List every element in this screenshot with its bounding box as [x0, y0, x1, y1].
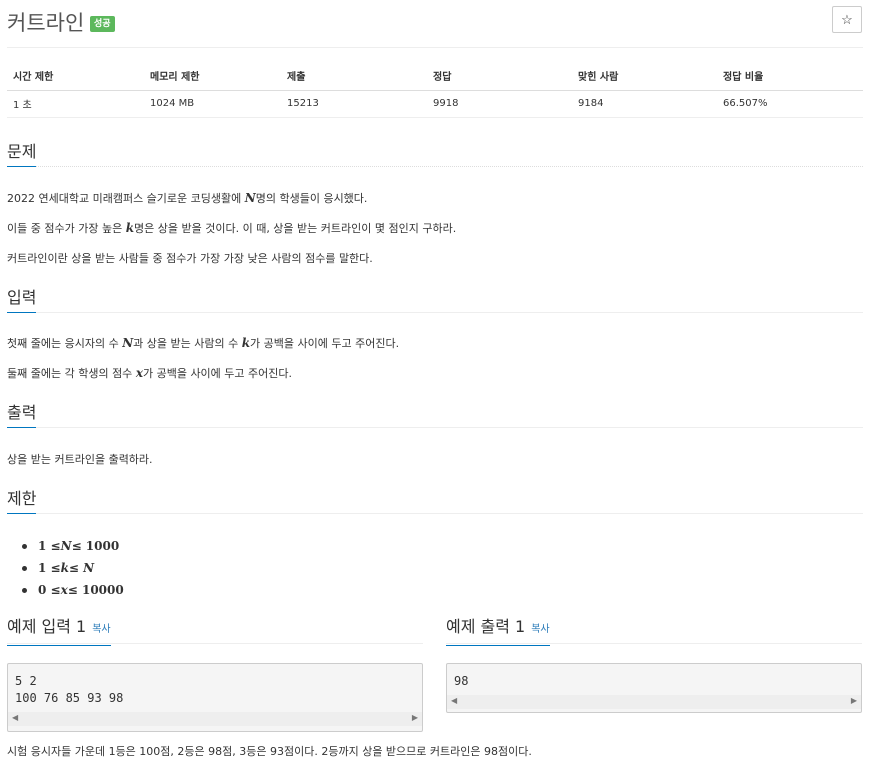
copy-output-button[interactable]: 복사	[531, 624, 549, 635]
header-memory-limit: 메모리 제한	[144, 62, 281, 91]
text: 이들 중 점수가 가장 높은	[7, 222, 126, 235]
math-var: x	[60, 583, 68, 597]
cell-submissions: 15213	[281, 90, 427, 118]
bullet-icon	[22, 565, 27, 571]
math-var: k	[60, 561, 69, 575]
bullet-icon	[22, 543, 27, 549]
cell-accept-ratio: 66.507%	[717, 90, 863, 118]
math-var: N	[60, 539, 72, 553]
star-icon: ☆	[841, 12, 853, 27]
text: 가 공백을 사이에 두고 주어진다.	[250, 337, 400, 350]
text: 과 상을 받는 사람의 수	[133, 337, 242, 350]
header-accepted: 정답	[427, 62, 572, 91]
scroll-left-icon[interactable]: ◀	[12, 713, 18, 722]
math-var: N	[122, 336, 134, 350]
copy-input-button[interactable]: 복사	[92, 624, 110, 635]
cell-time-limit: 1 초	[7, 90, 144, 118]
scroll-right-icon[interactable]: ▶	[851, 696, 857, 705]
horizontal-scrollbar[interactable]: ◀ ▶	[8, 712, 422, 726]
example-input-header: 예제 입력 1 복사	[7, 614, 423, 646]
list-item: 1 ≤ k ≤ N	[22, 557, 124, 579]
description-line-2: 이들 중 점수가 가장 높은 k명은 상을 받을 것이다. 이 때, 상을 받는…	[7, 220, 456, 236]
problem-info-table: 시간 제한 메모리 제한 제출 정답 맞힌 사람 정답 비율 1 초 1024 …	[7, 62, 863, 118]
text: 첫째 줄에는 응시자의 수	[7, 337, 123, 350]
description-title: 문제	[7, 141, 37, 167]
text: 2022 연세대학교 미래캠퍼스 슬기로운 코딩생활에	[7, 192, 245, 205]
page-title: 커트라인	[7, 11, 85, 35]
description-header: 문제	[7, 141, 863, 167]
output-header: 출력	[7, 402, 863, 428]
text: 둘째 줄에는 각 학생의 점수	[7, 367, 136, 380]
list-item: 0 ≤ x ≤ 10000	[22, 579, 124, 601]
example-output-box[interactable]: 98 ◀ ▶	[446, 663, 862, 713]
cell-memory-limit: 1024 MB	[144, 90, 281, 118]
description-line-1: 2022 연세대학교 미래캠퍼스 슬기로운 코딩생활에 N명의 학생들이 응시했…	[7, 190, 367, 206]
cell-accepted: 9918	[427, 90, 572, 118]
limits-title: 제한	[7, 488, 37, 514]
output-line-1: 상을 받는 커트라인을 출력하라.	[7, 453, 153, 466]
math-var: k	[241, 336, 251, 350]
example-output-title: 예제 출력 1 복사	[446, 616, 550, 646]
math-var: N	[244, 191, 256, 205]
text: 0 ≤	[38, 583, 61, 597]
limits-list: 1 ≤ N ≤ 1000 1 ≤ k ≤ N 0 ≤ x ≤ 10000	[22, 535, 124, 601]
example-input-box[interactable]: 5 2 100 76 85 93 98 ◀ ▶	[7, 663, 423, 732]
text: ≤ N	[68, 561, 95, 575]
math-var: x	[135, 366, 143, 380]
example-output-text[interactable]: 98	[447, 664, 861, 695]
input-line-2: 둘째 줄에는 각 학생의 점수 x가 공백을 사이에 두고 주어진다.	[7, 365, 292, 381]
table-header-row: 시간 제한 메모리 제한 제출 정답 맞힌 사람 정답 비율	[7, 62, 863, 91]
description-line-3: 커트라인이란 상을 받는 사람들 중 점수가 가장 가장 낮은 사람의 점수를 …	[7, 252, 373, 265]
status-badge: 성공	[90, 16, 115, 32]
cell-solved-users: 9184	[572, 90, 717, 118]
text: ≤ 10000	[67, 583, 124, 597]
header-accept-ratio: 정답 비율	[717, 62, 863, 91]
input-header: 입력	[7, 287, 863, 313]
scroll-right-icon[interactable]: ▶	[412, 713, 418, 722]
text: 예제 출력 1	[446, 617, 526, 636]
text: 예제 입력 1	[7, 617, 87, 636]
example-output-header: 예제 출력 1 복사	[446, 614, 862, 646]
example-input-title: 예제 입력 1 복사	[7, 616, 111, 646]
header-submissions: 제출	[281, 62, 427, 91]
bullet-icon	[22, 587, 27, 593]
text: 명은 상을 받을 것이다. 이 때, 상을 받는 커트라인이 몇 점인지 구하라…	[134, 222, 457, 235]
text: 명의 학생들이 응시했다.	[255, 192, 368, 205]
example-note: 시험 응시자들 가운데 1등은 100점, 2등은 98점, 3등은 93점이다…	[7, 745, 532, 758]
limits-header: 제한	[7, 488, 863, 514]
math-var: k	[125, 221, 135, 235]
text: 1 ≤	[38, 561, 61, 575]
text: 1 ≤	[38, 539, 61, 553]
input-title: 입력	[7, 287, 37, 313]
header-time-limit: 시간 제한	[7, 62, 144, 91]
header-solved-users: 맞힌 사람	[572, 62, 717, 91]
star-button[interactable]: ☆	[832, 6, 862, 33]
table-row: 1 초 1024 MB 15213 9918 9184 66.507%	[7, 90, 863, 118]
output-title: 출력	[7, 402, 37, 428]
problem-header: 커트라인 성공 ☆	[7, 6, 863, 48]
horizontal-scrollbar[interactable]: ◀ ▶	[447, 695, 861, 709]
text: 가 공백을 사이에 두고 주어진다.	[142, 367, 293, 380]
text: ≤ 1000	[71, 539, 120, 553]
list-item: 1 ≤ N ≤ 1000	[22, 535, 124, 557]
input-line-1: 첫째 줄에는 응시자의 수 N과 상을 받는 사람의 수 k가 공백을 사이에 …	[7, 335, 399, 351]
scroll-left-icon[interactable]: ◀	[451, 696, 457, 705]
example-input-text[interactable]: 5 2 100 76 85 93 98	[8, 664, 422, 712]
